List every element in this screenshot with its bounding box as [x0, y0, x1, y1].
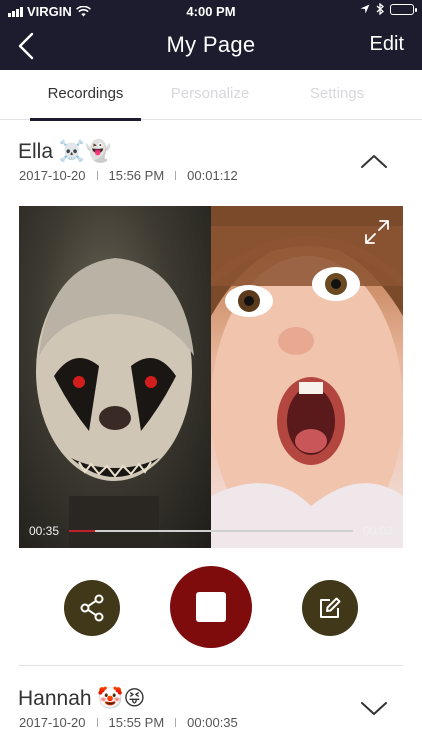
status-bar: VIRGIN 4:00 PM [0, 0, 422, 22]
recording-time: 15:55 PM [108, 715, 165, 730]
page-title: My Page [166, 32, 256, 57]
stop-icon [196, 592, 226, 622]
progress-played [69, 530, 95, 532]
recording-title[interactable]: Ella ☠️👻 [18, 140, 111, 164]
recording-meta: 2017-10-20 15:56 PM 00:01:12 [19, 168, 238, 183]
recording-time: 15:56 PM [108, 168, 165, 183]
share-button[interactable] [64, 580, 120, 636]
tab-personalize[interactable]: Personalize [160, 70, 260, 120]
video-frame-clown [19, 206, 211, 548]
video-frame-girl [211, 206, 403, 548]
bluetooth-icon [376, 3, 384, 15]
recording-date: 2017-10-20 [19, 168, 86, 183]
expand-chevron-icon[interactable] [360, 700, 388, 716]
share-icon [80, 594, 104, 622]
top-bar: VIRGIN 4:00 PM My Page Edit [0, 0, 422, 70]
remaining-time: 00:03 [362, 524, 393, 538]
girl-face-image [211, 206, 403, 548]
tab-recordings[interactable]: Recordings [30, 70, 141, 121]
elapsed-time: 00:35 [29, 524, 60, 538]
fullscreen-icon[interactable] [363, 218, 391, 246]
recording-meta: 2017-10-20 15:55 PM 00:00:35 [19, 715, 238, 730]
recording-duration: 00:01:12 [187, 168, 238, 183]
status-right [360, 3, 417, 15]
nav-bar: My Page Edit [0, 22, 422, 70]
tab-settings[interactable]: Settings [292, 70, 382, 120]
recording-title[interactable]: Hannah 🤡😝 [18, 686, 145, 711]
recording-duration: 00:00:35 [187, 715, 238, 730]
playback-controls: 00:35 00:03 [19, 514, 403, 548]
meta-divider [96, 718, 98, 727]
edit-icon [320, 597, 341, 618]
collapse-chevron-icon[interactable] [360, 153, 388, 169]
tab-bar: Recordings Personalize Settings [0, 70, 422, 121]
section-divider [19, 665, 403, 666]
clown-face-image [36, 258, 194, 548]
meta-divider [175, 171, 177, 180]
meta-divider [96, 171, 98, 180]
location-arrow-icon [360, 4, 370, 14]
meta-divider [175, 718, 177, 727]
recording-date: 2017-10-20 [19, 715, 86, 730]
status-time: 4:00 PM [186, 4, 236, 19]
edit-recording-button[interactable] [302, 580, 358, 636]
stop-button[interactable] [170, 566, 252, 648]
battery-icon [390, 3, 417, 15]
progress-track[interactable] [69, 530, 353, 532]
video-player[interactable]: 00:35 00:03 [19, 206, 403, 548]
edit-button[interactable]: Edit [370, 33, 404, 56]
